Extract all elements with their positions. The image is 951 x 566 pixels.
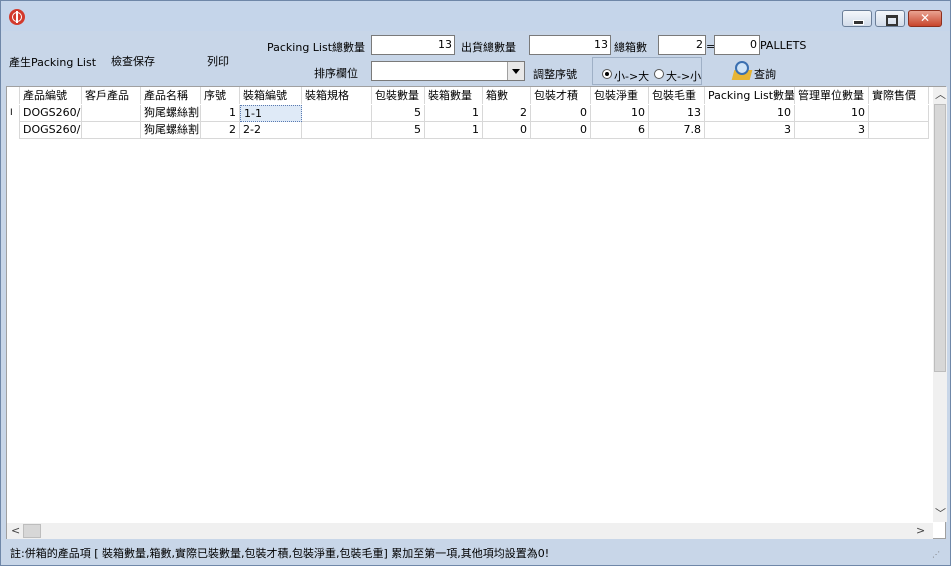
- radio-ascending-label: 小->大: [614, 70, 650, 83]
- maximize-icon: [886, 15, 898, 26]
- pallets-field[interactable]: 0: [714, 35, 760, 55]
- minimize-button[interactable]: [842, 10, 872, 27]
- column-header[interactable]: 包裝毛重: [649, 87, 705, 104]
- table-cell[interactable]: 2: [201, 122, 240, 139]
- current-row-indicator[interactable]: I: [7, 105, 20, 122]
- horizontal-scrollbar[interactable]: < >: [7, 523, 933, 539]
- generate-packing-list-button[interactable]: 產生Packing List: [9, 54, 96, 70]
- radio-ascending[interactable]: [602, 69, 612, 79]
- table-cell[interactable]: 0: [483, 122, 531, 139]
- table-cell[interactable]: 1: [425, 122, 483, 139]
- table-cell[interactable]: 10: [795, 105, 869, 122]
- packing-grid[interactable]: 產品編號 客戶產品 產品名稱 序號 裝箱編號 裝箱規格 包裝數量 裝箱數量 箱數 包裝才積 包裝淨重…: [6, 86, 947, 539]
- scroll-right-icon[interactable]: >: [916, 524, 925, 538]
- column-header[interactable]: 包裝淨重: [591, 87, 649, 104]
- horizontal-scroll-thumb[interactable]: [23, 524, 41, 538]
- table-cell[interactable]: 1-1: [240, 105, 302, 122]
- table-cell[interactable]: [869, 105, 929, 122]
- minimize-icon: [853, 20, 864, 25]
- table-cell[interactable]: 7.8: [649, 122, 705, 139]
- table-cell[interactable]: DOGS260/2: [20, 122, 82, 139]
- print-button[interactable]: 列印: [207, 53, 229, 69]
- table-cell[interactable]: 狗尾螺絲割: [141, 105, 201, 122]
- pallets-label: PALLETS: [760, 39, 807, 52]
- close-icon: ✕: [919, 11, 931, 25]
- check-save-button[interactable]: 檢查保存: [111, 53, 155, 69]
- table-cell[interactable]: [82, 105, 141, 122]
- table-cell[interactable]: 3: [795, 122, 869, 139]
- column-header[interactable]: 裝箱數量: [425, 87, 483, 104]
- sort-field-select[interactable]: [371, 61, 525, 81]
- scroll-down-icon[interactable]: ﹀: [935, 507, 946, 521]
- column-header[interactable]: 包裝數量: [372, 87, 425, 104]
- ship-total-label: 出貨總數量: [461, 41, 516, 54]
- magnifier-shape: [735, 61, 749, 75]
- status-bar: 註:併箱的產品項 [ 裝箱數量,箱數,實際已裝數量,包裝才積,包裝淨重,包裝毛重…: [2, 540, 949, 564]
- header-corner: [7, 87, 20, 104]
- total-boxes-field[interactable]: 2: [658, 35, 706, 55]
- toolbar: 產生Packing List 檢查保存 列印 Packing List總數量 1…: [2, 31, 949, 86]
- table-cell[interactable]: 5: [372, 122, 425, 139]
- table-cell[interactable]: [302, 105, 372, 122]
- query-button[interactable]: 查詢: [754, 66, 776, 82]
- column-header[interactable]: 序號: [201, 87, 240, 104]
- table-cell[interactable]: [82, 122, 141, 139]
- table-cell[interactable]: 1: [201, 105, 240, 122]
- column-header[interactable]: 裝箱規格: [302, 87, 372, 104]
- close-button[interactable]: ✕: [908, 10, 942, 27]
- table-cell[interactable]: 狗尾螺絲割: [141, 122, 201, 139]
- column-header[interactable]: 產品編號: [20, 87, 82, 104]
- adjust-sequence-button[interactable]: 調整序號: [533, 66, 577, 82]
- title-bar: ✕: [1, 1, 950, 31]
- table-cell[interactable]: 0: [531, 105, 591, 122]
- table-cell[interactable]: 2: [483, 105, 531, 122]
- table-cell[interactable]: 6: [591, 122, 649, 139]
- scroll-left-icon[interactable]: <: [11, 524, 20, 538]
- table-cell[interactable]: [302, 122, 372, 139]
- column-header[interactable]: Packing List數量: [705, 87, 795, 104]
- column-header[interactable]: 客戶產品: [82, 87, 141, 104]
- table-cell[interactable]: 5: [372, 105, 425, 122]
- app-globe-icon[interactable]: [9, 9, 25, 25]
- radio-descending-label: 大->小: [666, 70, 702, 83]
- table-cell[interactable]: 13: [649, 105, 705, 122]
- table-cell[interactable]: 3: [705, 122, 795, 139]
- column-header[interactable]: 管理單位數量: [795, 87, 869, 104]
- column-header[interactable]: 裝箱編號: [240, 87, 302, 104]
- resize-grip-icon[interactable]: ⋰: [932, 550, 942, 560]
- packing-total-label: Packing List總數量: [267, 41, 366, 54]
- scroll-up-icon[interactable]: ︿: [935, 88, 946, 102]
- packing-total-field[interactable]: 13: [371, 35, 455, 55]
- chevron-down-icon[interactable]: [507, 62, 524, 80]
- vertical-scroll-thumb[interactable]: [934, 104, 946, 372]
- table-cell[interactable]: DOGS260/2: [20, 105, 82, 122]
- table-cell[interactable]: 1: [425, 105, 483, 122]
- column-header[interactable]: 包裝才積: [531, 87, 591, 104]
- maximize-button[interactable]: [875, 10, 905, 27]
- radio-descending[interactable]: [654, 69, 664, 79]
- main-window: ✕ 產生Packing List 檢查保存 列印 Packing List總數量…: [0, 0, 951, 566]
- search-folder-icon[interactable]: [731, 61, 753, 81]
- table-cell[interactable]: 10: [705, 105, 795, 122]
- table-cell[interactable]: 2-2: [240, 122, 302, 139]
- status-note: 註:併箱的產品項 [ 裝箱數量,箱數,實際已裝數量,包裝才積,包裝淨重,包裝毛重…: [10, 547, 550, 560]
- column-header[interactable]: 實際售價: [869, 87, 929, 104]
- sort-field-label: 排序欄位: [314, 67, 358, 80]
- total-boxes-label: 總箱數: [614, 41, 647, 54]
- vertical-scrollbar[interactable]: ︿ ﹀: [933, 87, 947, 522]
- column-header[interactable]: 箱數: [483, 87, 531, 104]
- table-cell[interactable]: 0: [531, 122, 591, 139]
- table-cell[interactable]: 10: [591, 105, 649, 122]
- row-selector[interactable]: [7, 122, 20, 139]
- table-cell[interactable]: [869, 122, 929, 139]
- ship-total-field[interactable]: 13: [529, 35, 611, 55]
- column-header[interactable]: 產品名稱: [141, 87, 201, 104]
